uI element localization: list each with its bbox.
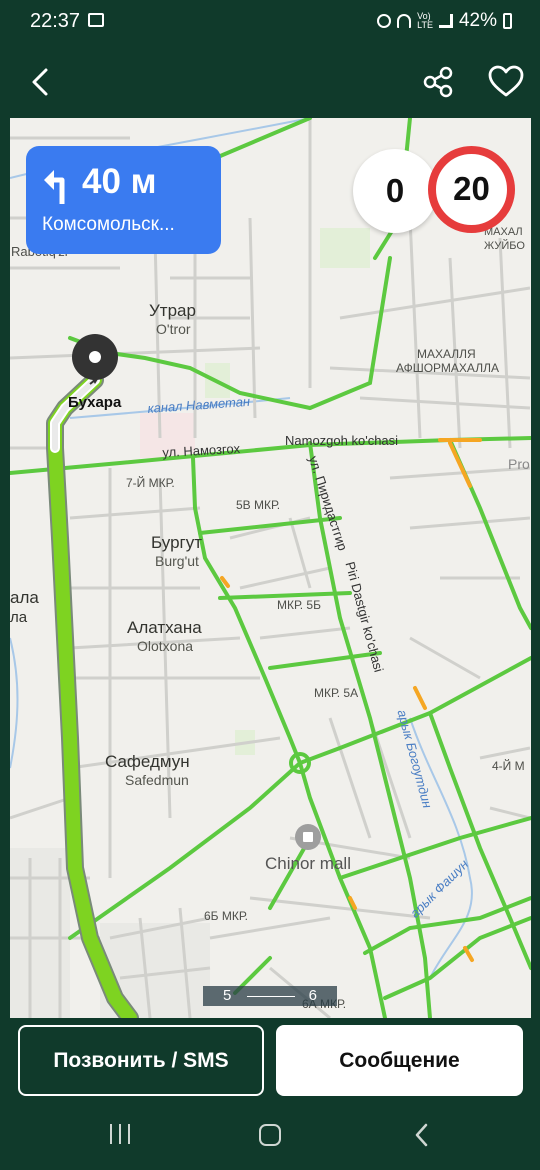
label-mkr7: 7-Й МКР. — [126, 476, 175, 490]
signal-icon — [438, 14, 453, 28]
wifi-icon — [397, 14, 412, 28]
back-arrow-icon[interactable] — [20, 62, 60, 102]
message-button[interactable]: Сообщение — [276, 1025, 523, 1096]
scale-line — [247, 996, 295, 997]
label-utrar-latin: O'tror — [156, 321, 191, 337]
app-bar — [0, 44, 540, 118]
label-mkr5v: 5В МКР. — [236, 498, 281, 512]
status-bar: 22:37 Vo) LTE 42% — [0, 0, 540, 44]
system-nav-bar — [0, 1104, 540, 1170]
navigation-map[interactable]: Утрар O'tror МАХАЛЛЯ АФШОРМАХАЛЛА Raboti… — [10, 118, 531, 1018]
status-icons: Vo) LTE 42% — [377, 10, 512, 32]
status-time: 22:37 — [30, 10, 81, 32]
scale-from: 5 — [223, 987, 232, 1004]
label-burgut: Бургут Burg'ut — [151, 533, 202, 571]
speed-limit-value: 20 — [453, 170, 490, 207]
map-scale: 5 6 — [203, 986, 337, 1006]
alarm-icon — [377, 14, 392, 28]
pin-tail — [89, 374, 101, 384]
label-alathana-ru: Алатхана — [127, 618, 202, 637]
maneuver-street: Комсомольск... — [42, 214, 175, 235]
pin-dot — [89, 351, 101, 363]
volte-icon: Vo) LTE — [417, 11, 433, 30]
label-chinor-mall[interactable]: Chinor mall — [265, 854, 351, 874]
home-icon[interactable] — [259, 1124, 281, 1146]
maneuver-panel[interactable]: 40 м Комсомольск... — [26, 146, 221, 254]
label-mkr5b: МКР. 5Б — [277, 598, 321, 612]
label-ala: ала — [10, 588, 39, 607]
label-utrar-ru: Утрар — [149, 301, 196, 320]
speed-limit-sign: 20 — [428, 146, 515, 233]
destination-pin-icon[interactable] — [72, 334, 118, 384]
current-speed: 0 — [353, 149, 437, 233]
call-sms-button[interactable]: Позвонить / SMS — [18, 1025, 264, 1096]
label-burgut-ru: Бургут — [151, 533, 203, 552]
scale-to: 6 — [308, 987, 317, 1004]
current-speed-value: 0 — [385, 172, 405, 209]
bag-shape — [303, 832, 313, 842]
battery-percent: 42% — [458, 10, 497, 31]
label-alathana: Алатхана Olotxona — [127, 618, 202, 656]
share-icon[interactable] — [418, 62, 458, 102]
label-burgut-latin: Burg'ut — [155, 553, 199, 569]
label-safedmun-ru: Сафедмун — [105, 752, 190, 771]
label-mahal-right2: ЖУЙБО — [484, 240, 525, 252]
label-utrar: Утрар O'tror — [149, 301, 196, 339]
shopping-bag-icon[interactable] — [295, 824, 321, 850]
gallery-icon — [88, 13, 104, 27]
label-ala2: ла — [10, 609, 28, 626]
label-mkr4y: 4-Й М — [492, 759, 525, 773]
label-namozgoh-uz: Namozgoh ko'chasi — [285, 433, 399, 448]
maneuver-distance: 40 м — [82, 162, 157, 201]
label-mkr6b: 6Б МКР. — [204, 909, 248, 923]
recents-icon[interactable] — [110, 1124, 130, 1144]
heart-icon[interactable] — [486, 62, 526, 102]
turn-left-icon — [44, 170, 65, 204]
pin-label-bukhara: Бухара — [68, 394, 122, 411]
back-icon[interactable] — [412, 1122, 432, 1148]
label-pro: Pro — [508, 456, 530, 472]
label-olotxona: Olotxona — [137, 638, 194, 654]
label-safedmun: Сафедмун Safedmun — [105, 752, 190, 790]
label-mahalla: МАХАЛЛЯ — [417, 347, 476, 361]
label-mkr5a: МКР. 5А — [314, 686, 359, 700]
battery-icon — [503, 13, 512, 29]
label-safedmun-latin: Safedmun — [125, 772, 189, 788]
label-afshor: АФШОРМАХАЛЛА — [396, 361, 499, 375]
